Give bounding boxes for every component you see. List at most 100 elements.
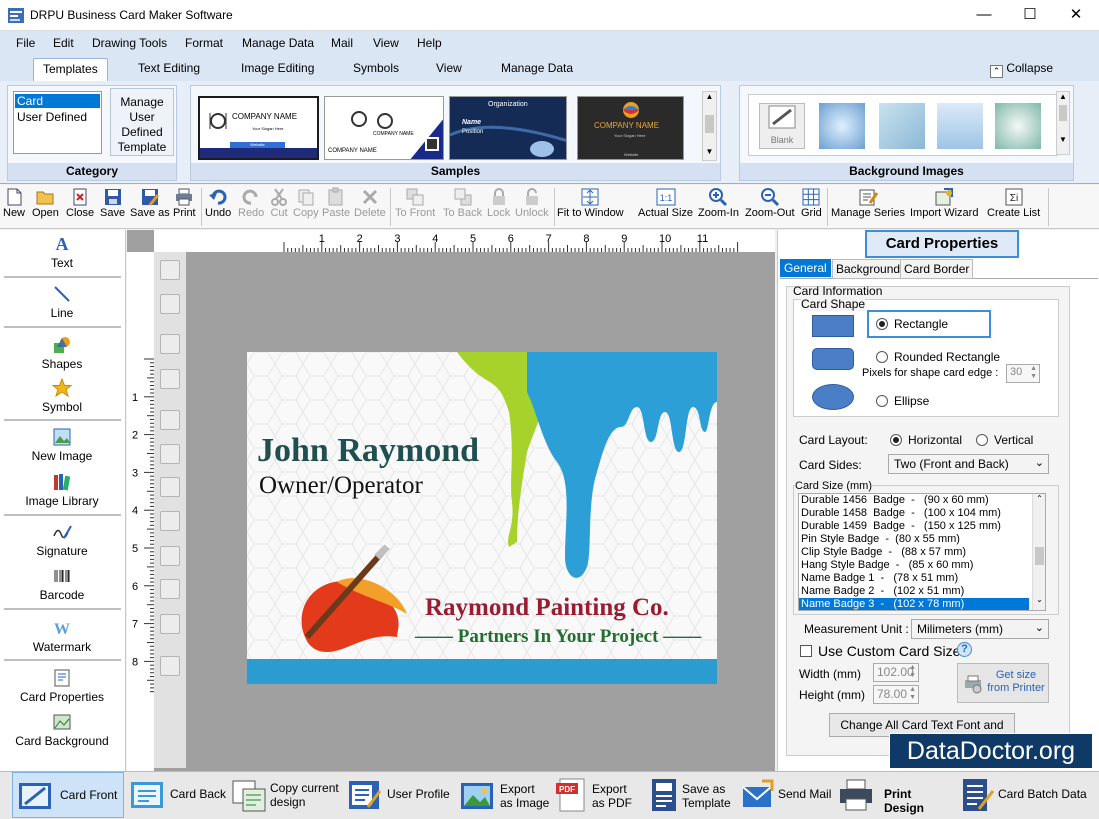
tab-background[interactable]: Background: [832, 259, 905, 279]
card-name[interactable]: John Raymond: [257, 432, 479, 470]
sample-template-3[interactable]: Organization Name Position: [449, 96, 567, 160]
paste-button[interactable]: Paste: [322, 187, 350, 219]
card-size-item[interactable]: Hang Style Badge - (85 x 60 mm): [799, 559, 1029, 572]
align-tool-4[interactable]: [160, 369, 180, 389]
card-size-item[interactable]: Name Badge 1 - (78 x 51 mm): [799, 572, 1029, 585]
image-library-tool[interactable]: Image Library: [0, 472, 124, 508]
copy-current-design-button[interactable]: Copy current design: [227, 772, 342, 818]
card-size-item[interactable]: Durable 1458 Badge - (100 x 104 mm): [799, 507, 1029, 520]
card-job-title[interactable]: Owner/Operator: [259, 472, 423, 500]
card-size-list[interactable]: Durable 1456 Badge - (90 x 60 mm) Durable…: [798, 493, 1046, 611]
send-mail-button[interactable]: Send Mail: [736, 772, 832, 818]
custom-size-checkbox[interactable]: [800, 645, 812, 657]
align-tool-12[interactable]: [160, 656, 180, 676]
create-list-button[interactable]: Σi Create List: [987, 187, 1040, 219]
align-tool-10[interactable]: [160, 579, 180, 599]
unlock-button[interactable]: Unlock: [515, 187, 549, 219]
card-tagline[interactable]: —— Partners In Your Project ——: [415, 626, 701, 648]
card-front-button[interactable]: Card Front: [12, 772, 124, 818]
card-size-item[interactable]: Clip Style Badge - (88 x 57 mm): [799, 546, 1029, 559]
horizontal-radio[interactable]: [890, 434, 902, 446]
category-user-defined[interactable]: User Defined: [14, 110, 101, 124]
bg-image-3[interactable]: [937, 103, 983, 149]
print-button[interactable]: Print: [173, 187, 196, 219]
bg-image-2[interactable]: [879, 103, 925, 149]
delete-button[interactable]: Delete: [354, 187, 386, 219]
grid-button[interactable]: Grid: [801, 187, 822, 219]
menu-mail[interactable]: Mail: [331, 36, 353, 50]
ellipse-radio[interactable]: [876, 395, 888, 407]
print-design-button[interactable]: Print Design: [834, 772, 954, 818]
height-spinner-icon[interactable]: ▲ ▼: [909, 686, 916, 702]
import-wizard-button[interactable]: Import Wizard: [910, 187, 978, 219]
maximize-button[interactable]: ☐: [1007, 0, 1053, 31]
menu-drawing-tools[interactable]: Drawing Tools: [92, 36, 167, 50]
text-tool[interactable]: A Text: [0, 234, 124, 270]
get-size-from-printer-button[interactable]: Get size from Printer: [957, 663, 1049, 703]
menu-help[interactable]: Help: [417, 36, 442, 50]
menu-view[interactable]: View: [373, 36, 399, 50]
new-image-tool[interactable]: New Image: [0, 427, 124, 463]
minimize-button[interactable]: —: [961, 0, 1007, 31]
tab-general[interactable]: General: [780, 259, 831, 277]
zoom-out-button[interactable]: Zoom-Out: [745, 187, 795, 219]
sample-template-1[interactable]: COMPANY NAME Your Slogan Here Website: [198, 96, 319, 160]
bg-image-4[interactable]: [995, 103, 1041, 149]
tab-templates[interactable]: Templates: [33, 58, 108, 81]
sample-template-2[interactable]: COMPANY NAME COMPANY NAME: [324, 96, 444, 160]
tab-image-editing[interactable]: Image Editing: [241, 61, 314, 75]
size-scroll-down-icon[interactable]: ⌄: [1033, 595, 1045, 604]
save-button[interactable]: Save: [100, 187, 125, 219]
manage-series-button[interactable]: Manage Series: [831, 187, 905, 219]
rounded-rectangle-radio[interactable]: [876, 351, 888, 363]
card-size-item[interactable]: Durable 1456 Badge - (90 x 60 mm): [799, 494, 1029, 507]
samples-scrollbar[interactable]: ▲ ▼: [702, 91, 717, 161]
height-input[interactable]: 78.00 ▲ ▼: [873, 685, 919, 704]
bg-scroll-down-icon[interactable]: ▼: [1057, 135, 1069, 144]
card-company[interactable]: Raymond Painting Co.: [425, 594, 669, 622]
align-tool-6[interactable]: [160, 444, 180, 464]
rectangle-option[interactable]: Rectangle: [867, 310, 991, 338]
bg-blank[interactable]: Blank: [759, 103, 805, 149]
align-tool-1[interactable]: [160, 260, 180, 280]
tab-card-border[interactable]: Card Border: [900, 259, 974, 279]
align-tool-8[interactable]: [160, 511, 180, 531]
open-button[interactable]: Open: [32, 187, 59, 219]
collapse-button[interactable]: ⌃ Collapse: [990, 61, 1053, 78]
rectangle-radio[interactable]: [876, 318, 888, 330]
sample-template-4[interactable]: COMPANY NAME Your Slogan Here Website: [577, 96, 684, 160]
card-background-tool[interactable]: Card Background: [0, 712, 124, 748]
to-front-button[interactable]: To Front: [395, 187, 435, 219]
tab-view[interactable]: View: [436, 61, 462, 75]
card-size-item[interactable]: Pin Style Badge - (80 x 55 mm): [799, 533, 1029, 546]
export-image-button[interactable]: Export as Image: [455, 772, 550, 818]
tab-manage-data[interactable]: Manage Data: [501, 61, 573, 75]
align-tool-3[interactable]: [160, 334, 180, 354]
tab-text-editing[interactable]: Text Editing: [138, 61, 200, 75]
redo-button[interactable]: Redo: [238, 187, 264, 219]
line-tool[interactable]: Line: [0, 284, 124, 320]
menu-file[interactable]: File: [16, 36, 35, 50]
save-as-template-button[interactable]: Save as Template: [642, 772, 736, 818]
actual-size-button[interactable]: 1:1 Actual Size: [638, 187, 693, 219]
business-card[interactable]: John Raymond Owner/Operator Raymond Pain…: [247, 352, 717, 684]
card-back-button[interactable]: Card Back: [125, 772, 227, 818]
menu-format[interactable]: Format: [185, 36, 223, 50]
align-tool-9[interactable]: [160, 546, 180, 566]
menu-edit[interactable]: Edit: [53, 36, 74, 50]
card-size-item[interactable]: Name Badge 3 - (102 x 78 mm): [799, 598, 1029, 610]
lock-button[interactable]: Lock: [487, 187, 510, 219]
copy-button[interactable]: Copy: [293, 187, 319, 219]
menu-manage-data[interactable]: Manage Data: [242, 36, 314, 50]
card-batch-data-button[interactable]: Card Batch Data: [955, 772, 1091, 818]
align-tool-7[interactable]: [160, 477, 180, 497]
horizontal-option[interactable]: Horizontal: [890, 433, 962, 447]
width-spinner-icon[interactable]: ▲ ▼: [909, 664, 916, 680]
close-window-button[interactable]: ✕: [1053, 0, 1099, 31]
undo-button[interactable]: Undo: [205, 187, 231, 219]
align-tool-2[interactable]: [160, 294, 180, 314]
card-sides-select[interactable]: Two (Front and Back) ⌄: [888, 454, 1049, 474]
barcode-tool[interactable]: Barcode: [0, 566, 124, 602]
card-size-item[interactable]: Durable 1459 Badge - (150 x 125 mm): [799, 520, 1029, 533]
signature-tool[interactable]: Signature: [0, 522, 124, 558]
